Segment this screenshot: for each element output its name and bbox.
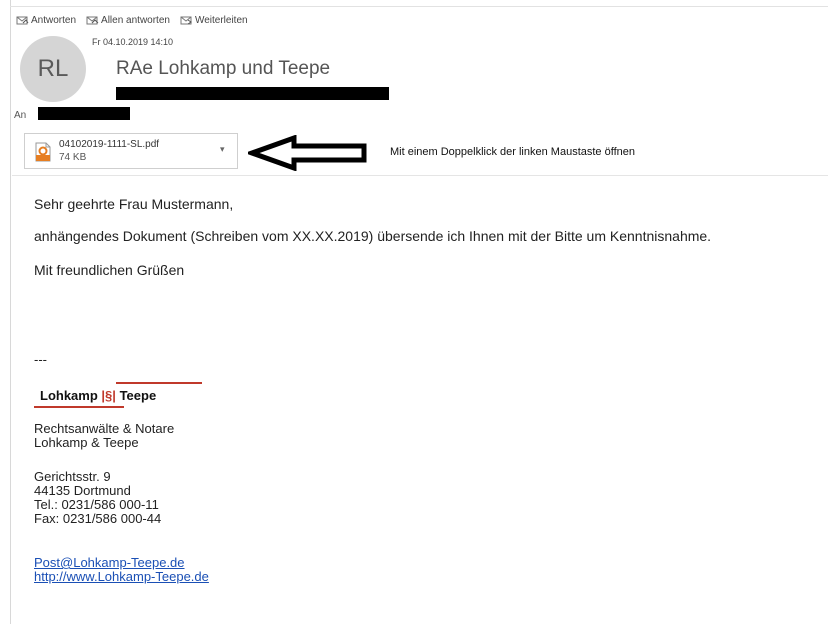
header-divider	[10, 6, 828, 7]
signature-city: 44135 Dortmund	[34, 483, 131, 498]
closing: Mit freundlichen Grüßen	[34, 262, 185, 278]
logo-rule-bottom	[34, 406, 124, 408]
signature-line-2: Lohkamp & Teepe	[34, 435, 139, 450]
signature-tel: Tel.: 0231/586 000-11	[34, 497, 159, 512]
reply-all-label: Allen antworten	[101, 14, 170, 26]
attachment-bar: 04102019-1111-SL.pdf 74 KB ▾ Mit einem D…	[12, 127, 828, 176]
logo-rule-top	[116, 382, 202, 384]
reply-icon	[16, 16, 29, 25]
forward-icon	[180, 16, 192, 25]
greeting: Sehr geehrte Frau Mustermann,	[34, 196, 234, 212]
forward-label: Weiterleiten	[194, 14, 248, 26]
signature-email: Post@Lohkamp-Teepe.de	[34, 556, 185, 570]
reply-all-button[interactable]: Allen antworten	[86, 14, 170, 26]
reply-all-icon	[86, 16, 99, 25]
signature-separator: ---	[34, 352, 47, 367]
email-link[interactable]: Post@Lohkamp-Teepe.de	[34, 555, 185, 570]
left-arrow-icon	[248, 135, 367, 171]
attachment-hint: Mit einem Doppelklick der linken Maustas…	[390, 146, 635, 158]
sent-date: Fr 04.10.2019 14:10	[92, 37, 174, 47]
forward-button[interactable]: Weiterleiten	[180, 14, 248, 26]
redacted-sender-address	[116, 87, 389, 100]
pdf-file-icon	[35, 142, 51, 162]
reply-button[interactable]: Antworten	[16, 14, 76, 26]
logo-left-text: Lohkamp	[40, 388, 98, 403]
chevron-down-icon[interactable]: ▾	[220, 144, 225, 155]
redacted-recipient	[38, 107, 130, 120]
signature-street: Gerichtsstr. 9	[34, 469, 111, 484]
logo-paragraph-symbol: |§|	[101, 388, 116, 403]
signature-line-1: Rechtsanwälte & Notare	[34, 421, 175, 436]
website-link[interactable]: http://www.Lohkamp-Teepe.de	[34, 569, 209, 584]
logo-right-text: Teepe	[119, 388, 157, 403]
logo-text: Lohkamp |§| Teepe	[40, 388, 156, 403]
attachment-filename: 04102019-1111-SL.pdf	[59, 139, 160, 150]
attachment-size: 74 KB	[59, 152, 87, 163]
signature-website: http://www.Lohkamp-Teepe.de	[34, 570, 209, 584]
avatar-initials: RL	[37, 55, 69, 82]
sender-avatar: RL	[20, 36, 86, 102]
recipient-label: An	[14, 110, 27, 121]
attachment-pdf[interactable]: 04102019-1111-SL.pdf 74 KB ▾	[24, 133, 238, 169]
message-toolbar: Antworten Allen antworten Weiterleiten	[16, 14, 248, 26]
sender-name[interactable]: RAe Lohkamp und Teepe	[116, 58, 330, 80]
body-text: anhängendes Dokument (Schreiben vom XX.X…	[34, 228, 712, 244]
window-left-border	[10, 0, 11, 624]
firm-logo: Lohkamp |§| Teepe	[34, 382, 204, 414]
signature-fax: Fax: 0231/586 000-44	[34, 511, 162, 526]
reply-label: Antworten	[31, 14, 77, 26]
